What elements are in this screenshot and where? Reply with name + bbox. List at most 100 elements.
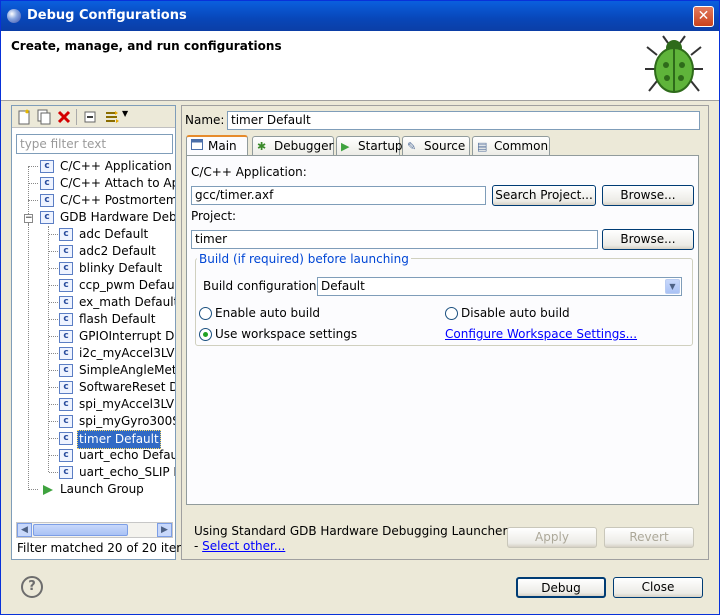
source-tab-icon: ✎ — [407, 140, 417, 153]
debugger-tab-icon: ✱ — [257, 140, 267, 153]
revert-button[interactable]: Revert — [604, 527, 694, 548]
tree-guide-line — [49, 438, 58, 439]
debug-button[interactable]: Debug — [516, 577, 606, 598]
new-configuration-icon[interactable] — [16, 109, 32, 125]
tree-guide-line — [49, 336, 58, 337]
build-configuration-select[interactable]: Default ▼ — [317, 277, 682, 296]
close-button[interactable]: Close — [613, 577, 703, 598]
filter-input[interactable]: type filter text — [16, 134, 173, 154]
c-config-icon: c — [59, 466, 73, 479]
tab-source[interactable]: ✎ Source — [402, 136, 470, 156]
c-config-icon: c — [59, 228, 73, 241]
tree-guide-line — [49, 404, 58, 405]
project-browse-button[interactable]: Browse... — [602, 229, 694, 250]
main-tab-panel: C/C++ Application: gcc/timer.axf Search … — [186, 155, 699, 505]
build-configuration-label: Build configuration: — [203, 279, 321, 293]
launcher-info: Using Standard GDB Hardware Debugging La… — [194, 524, 507, 554]
tree-guide-line — [49, 251, 58, 252]
collapse-all-icon[interactable] — [82, 109, 98, 125]
tab-debugger[interactable]: ✱ Debugger — [252, 136, 334, 156]
title-bar[interactable]: Debug Configurations ✕ — [1, 1, 719, 31]
toolbar-separator — [76, 109, 77, 125]
configure-workspace-settings-link[interactable]: Configure Workspace Settings... — [445, 327, 637, 341]
project-input[interactable]: timer — [191, 230, 598, 249]
eclipse-icon — [7, 9, 21, 23]
use-workspace-settings-label: Use workspace settings — [215, 327, 358, 341]
configuration-name-input[interactable]: timer Default — [227, 111, 700, 130]
launch-group-icon — [43, 485, 53, 495]
dialog-header: Create, manage, and run configurations — [1, 31, 719, 101]
select-other-link[interactable]: Select other... — [202, 539, 285, 553]
tree-guide-line — [49, 421, 58, 422]
help-icon[interactable]: ? — [21, 576, 43, 598]
c-config-icon: c — [59, 381, 73, 394]
collapse-tree-node-icon[interactable]: − — [24, 214, 33, 223]
launcher-description: Using Standard GDB Hardware Debugging La… — [194, 524, 508, 538]
filter-menu-chevron-down-icon[interactable]: ▼ — [122, 109, 128, 118]
c-config-icon: c — [59, 415, 73, 428]
disable-auto-build-label: Disable auto build — [461, 306, 570, 320]
search-project-button[interactable]: Search Project... — [492, 185, 596, 206]
c-config-icon: c — [59, 296, 73, 309]
tree-guide-line — [49, 302, 58, 303]
main-tab-icon — [191, 139, 204, 153]
tab-startup[interactable]: ▶ Startup — [336, 136, 403, 156]
tree-guide-line — [49, 387, 58, 388]
enable-auto-build-label: Enable auto build — [215, 306, 321, 320]
disable-auto-build-radio[interactable] — [445, 307, 458, 320]
c-config-icon: c — [59, 330, 73, 343]
c-config-icon: c — [59, 347, 73, 360]
c-config-icon: c — [40, 160, 54, 173]
project-label: Project: — [191, 209, 237, 223]
scroll-right-arrow-icon[interactable]: ▶ — [157, 523, 172, 537]
c-config-icon: c — [40, 194, 54, 207]
scrollbar-thumb[interactable] — [33, 524, 128, 536]
scroll-left-arrow-icon[interactable]: ◀ — [17, 523, 32, 537]
debug-configurations-dialog: Debug Configurations ✕ Create, manage, a… — [0, 0, 720, 615]
tree-guide-line — [49, 285, 58, 286]
application-label: C/C++ Application: — [191, 165, 307, 179]
enable-auto-build-radio[interactable] — [199, 307, 212, 320]
tree-guide-line — [49, 319, 58, 320]
c-config-icon: c — [59, 449, 73, 462]
chevron-down-icon[interactable]: ▼ — [665, 279, 680, 294]
tree-guide-line — [28, 224, 29, 490]
filter-configurations-icon[interactable] — [104, 109, 120, 125]
startup-tab-icon: ▶ — [341, 140, 350, 153]
configuration-tree-pane: ▼ type filter text c C/C++ Application c… — [11, 105, 194, 560]
tree-guide-line — [28, 183, 38, 184]
tree-guide-line — [49, 234, 58, 235]
tree-guide-line — [49, 353, 58, 354]
c-config-icon: c — [59, 398, 73, 411]
tree-guide-line — [28, 200, 38, 201]
c-config-icon: c — [59, 364, 73, 377]
tree-guide-line — [49, 455, 58, 456]
launcher-select-row: - Select other... — [194, 539, 507, 554]
configuration-tree: c C/C++ Application c C/C++ Attach to Ap… — [24, 159, 175, 496]
delete-configuration-icon[interactable] — [56, 109, 72, 125]
c-config-icon: c — [59, 313, 73, 326]
tree-toolbar: ▼ — [12, 106, 175, 128]
dialog-subtitle: Create, manage, and run configurations — [11, 39, 282, 53]
tree-horizontal-scrollbar[interactable]: ◀ ▶ — [16, 522, 173, 538]
tree-guide-line — [48, 226, 49, 472]
c-config-icon: c — [40, 177, 54, 190]
build-group-title: Build (if required) before launching — [197, 252, 411, 266]
application-path-input[interactable]: gcc/timer.axf — [191, 186, 486, 205]
apply-button[interactable]: Apply — [507, 527, 597, 548]
tree-guide-line — [49, 472, 58, 473]
tab-common[interactable]: ▤ Common — [472, 136, 550, 156]
filter-status-text: Filter matched 20 of 20 items — [17, 541, 195, 555]
application-browse-button[interactable]: Browse... — [602, 185, 694, 206]
use-workspace-settings-radio[interactable] — [199, 328, 212, 341]
window-title: Debug Configurations — [27, 8, 187, 23]
duplicate-configuration-icon[interactable] — [36, 109, 52, 125]
window-close-button[interactable]: ✕ — [693, 6, 714, 27]
c-config-icon: c — [59, 245, 73, 258]
tree-guide-line — [49, 370, 58, 371]
c-config-icon: c — [40, 211, 54, 224]
launcher-dash: - — [194, 539, 203, 553]
tab-main[interactable]: Main — [186, 135, 248, 157]
build-configuration-value: Default — [321, 279, 365, 293]
tree-guide-line — [28, 489, 38, 490]
